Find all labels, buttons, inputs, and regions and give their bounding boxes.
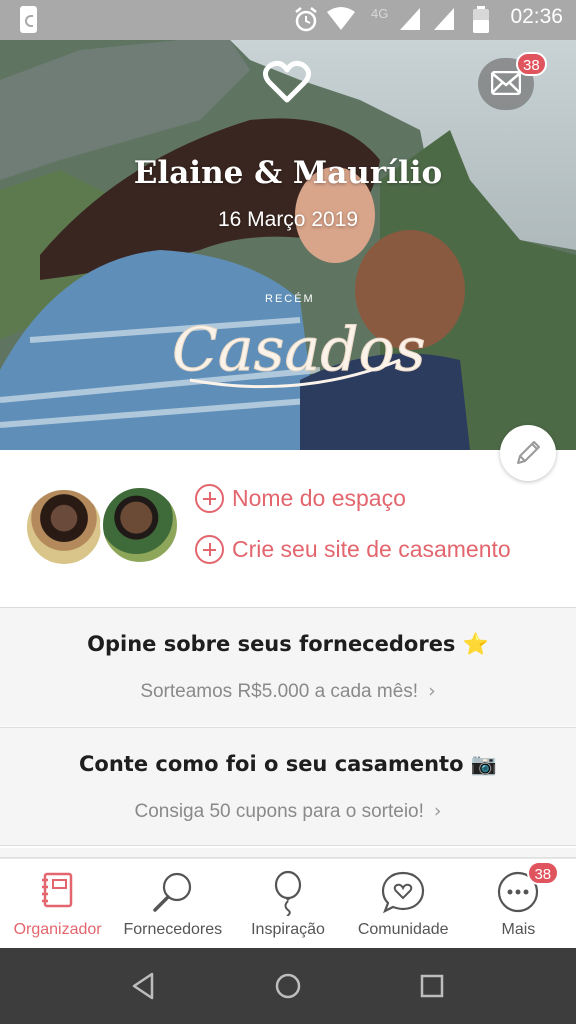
wifi-icon	[327, 7, 355, 30]
divider	[0, 848, 576, 858]
network-type: 4G	[371, 6, 389, 21]
avatar-bride[interactable]	[24, 487, 104, 567]
tell-wedding-title: Conte como foi o seu casamento 📷	[79, 752, 497, 776]
balloon-icon	[274, 870, 302, 916]
mail-icon	[491, 71, 521, 95]
edit-cover-button[interactable]	[500, 425, 556, 481]
nav-mais[interactable]: Mais 38	[461, 859, 576, 948]
plus-circle-icon	[195, 484, 224, 513]
bottom-nav: Organizador Fornecedores Inspiração Comu…	[0, 858, 576, 948]
create-wedding-site-label: Crie seu site de casamento	[232, 536, 511, 562]
cover-photo[interactable]: RECÉM Casados 38 Elaine & Maurílio 16 Ma…	[0, 40, 576, 450]
more-badge: 38	[526, 861, 559, 885]
status-bar: 4G 02:36	[0, 0, 576, 40]
clock: 02:36	[510, 5, 563, 28]
nav-organizador[interactable]: Organizador	[0, 859, 115, 948]
review-vendors-title: Opine sobre seus fornecedores ⭐	[87, 632, 489, 656]
nav-comunidade[interactable]: Comunidade	[346, 859, 461, 948]
couple-names: Elaine & Maurílio	[133, 155, 443, 191]
avatar-groom[interactable]	[100, 485, 180, 565]
battery-icon	[473, 6, 489, 33]
pencil-icon	[517, 441, 540, 464]
nav-label: Fornecedores	[123, 921, 223, 938]
wedding-date: 16 Março 2019	[217, 208, 359, 231]
create-wedding-site-link[interactable]: Crie seu site de casamento	[195, 535, 511, 564]
review-vendors-card[interactable]: Opine sobre seus fornecedores ⭐ Sorteamo…	[0, 607, 576, 726]
system-nav-bar	[0, 948, 576, 1024]
back-icon[interactable]	[128, 970, 160, 1002]
nav-label: Mais	[501, 921, 536, 938]
chat-heart-icon	[382, 871, 425, 914]
alarm-icon	[295, 7, 317, 32]
tell-wedding-subtitle-text: Consiga 50 cupons para o sorteio!	[134, 801, 424, 822]
recents-icon[interactable]	[416, 970, 448, 1002]
messages-badge: 38	[516, 52, 547, 76]
signal-icon	[400, 8, 420, 30]
plus-circle-icon	[195, 535, 224, 564]
chevron-right-icon: ›	[433, 800, 442, 822]
tell-wedding-card[interactable]: Conte como foi o seu casamento 📷 Consiga…	[0, 727, 576, 846]
overlay-casados-text: Casados	[172, 315, 426, 385]
nav-label: Organizador	[13, 921, 102, 938]
home-icon[interactable]	[272, 970, 304, 1002]
notification-icon	[20, 6, 37, 33]
chevron-right-icon: ›	[428, 680, 436, 702]
nav-label: Inspiração	[251, 921, 325, 938]
add-venue-name-link[interactable]: Nome do espaço	[195, 484, 406, 513]
heart-logo-icon[interactable]	[263, 60, 311, 104]
review-vendors-subtitle: Sorteamos R$5.000 a cada mês! ›	[0, 680, 576, 703]
nav-label: Comunidade	[357, 921, 449, 938]
profile-section: Nome do espaço Crie seu site de casament…	[0, 450, 576, 607]
overlay-small-text: RECÉM	[265, 292, 315, 305]
review-vendors-subtitle-text: Sorteamos R$5.000 a cada mês!	[140, 681, 419, 702]
add-venue-name-label: Nome do espaço	[232, 485, 406, 511]
notebook-icon	[41, 872, 72, 908]
nav-inspiracao[interactable]: Inspiração	[230, 859, 345, 948]
tell-wedding-subtitle: Consiga 50 cupons para o sorteio! ›	[0, 800, 576, 823]
magnifier-icon	[153, 872, 191, 912]
signal-icon	[434, 8, 454, 30]
nav-fornecedores[interactable]: Fornecedores	[115, 859, 230, 948]
